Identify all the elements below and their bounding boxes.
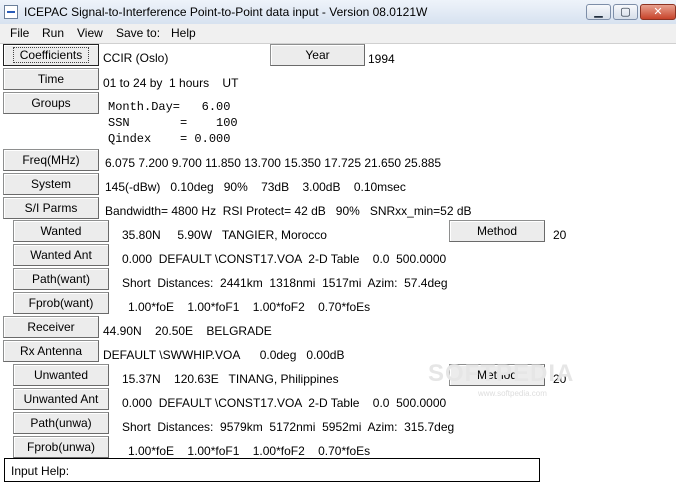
input-help-label: Input Help: [11, 464, 70, 478]
menu-view[interactable]: View [77, 26, 103, 40]
system-value: 145(-dBw) 0.10deg 90% 73dB 3.00dB 0.10ms… [105, 180, 406, 194]
receiver-value: 44.90N 20.50E BELGRADE [103, 324, 272, 338]
menu-bar: File Run View Save to: Help [0, 24, 676, 44]
watermark: SOFTPEDIA [428, 360, 575, 387]
path-unwa-value: Short Distances: 9579km 5172nmi 5952mi A… [122, 420, 455, 434]
groups-ssn: SSN = 100 [108, 116, 238, 130]
fprob-want-button[interactable]: Fprob(want) [13, 292, 109, 314]
fprob-unwa-value: 1.00*foE 1.00*foF1 1.00*foF2 0.70*foEs [128, 444, 371, 458]
wanted-button[interactable]: Wanted [13, 220, 109, 242]
system-button[interactable]: System [3, 173, 99, 195]
groups-button[interactable]: Groups [3, 92, 99, 114]
close-button[interactable]: ✕ [640, 4, 676, 20]
menu-save-to[interactable]: Save to: [116, 26, 160, 40]
receiver-button[interactable]: Receiver [3, 316, 99, 338]
groups-qindex: Qindex = 0.000 [108, 132, 231, 146]
path-unwa-button[interactable]: Path(unwa) [13, 412, 109, 434]
freq-button[interactable]: Freq(MHz) [3, 149, 99, 171]
watermark-url: www.softpedia.com [478, 389, 547, 398]
menu-file[interactable]: File [10, 26, 29, 40]
wanted-value: 35.80N 5.90W TANGIER, Morocco [122, 228, 327, 242]
method-wanted-button[interactable]: Method [449, 220, 545, 242]
method-wanted-value: 20 [553, 228, 567, 242]
coefficients-button[interactable]: Coefficients [3, 44, 99, 66]
menu-run[interactable]: Run [42, 26, 64, 40]
unwanted-value: 15.37N 120.63E TINANG, Philippines [122, 372, 339, 386]
groups-month-day: Month.Day= 6.00 [108, 100, 231, 114]
si-parms-button[interactable]: S/I Parms [3, 197, 99, 219]
year-value: 1994 [368, 52, 395, 66]
fprob-want-value: 1.00*foE 1.00*foF1 1.00*foF2 0.70*foEs [128, 300, 371, 314]
path-want-value: Short Distances: 2441km 1318nmi 1517mi A… [122, 276, 448, 290]
app-icon [4, 5, 18, 19]
path-want-button[interactable]: Path(want) [13, 268, 109, 290]
coefficients-value: CCIR (Oslo) [103, 51, 169, 65]
wanted-ant-value: 0.000 DEFAULT \CONST17.VOA 2-D Table 0.0… [122, 252, 447, 266]
input-help-box: Input Help: [4, 458, 540, 482]
window-title: ICEPAC Signal-to-Interference Point-to-P… [24, 5, 428, 19]
menu-help[interactable]: Help [171, 26, 196, 40]
rx-antenna-button[interactable]: Rx Antenna [3, 340, 99, 362]
coefficients-button-label: Coefficients [12, 47, 90, 63]
maximize-button[interactable]: ▢ [613, 4, 638, 20]
unwanted-ant-button[interactable]: Unwanted Ant [13, 388, 109, 410]
unwanted-button[interactable]: Unwanted [13, 364, 109, 386]
fprob-unwa-button[interactable]: Fprob(unwa) [13, 436, 109, 458]
time-value: 01 to 24 by 1 hours UT [103, 76, 239, 90]
rx-antenna-value: DEFAULT \SWWHIP.VOA 0.0deg 0.00dB [103, 348, 345, 362]
minimize-button[interactable]: ▁ [586, 4, 611, 20]
wanted-ant-button[interactable]: Wanted Ant [13, 244, 109, 266]
year-button[interactable]: Year [270, 44, 365, 66]
time-button[interactable]: Time [3, 68, 99, 90]
unwanted-ant-value: 0.000 DEFAULT \CONST17.VOA 2-D Table 0.0… [122, 396, 447, 410]
title-bar: ICEPAC Signal-to-Interference Point-to-P… [0, 0, 676, 25]
freq-value: 6.075 7.200 9.700 11.850 13.700 15.350 1… [105, 156, 442, 170]
si-parms-value: Bandwidth= 4800 Hz RSI Protect= 42 dB 90… [105, 204, 472, 218]
